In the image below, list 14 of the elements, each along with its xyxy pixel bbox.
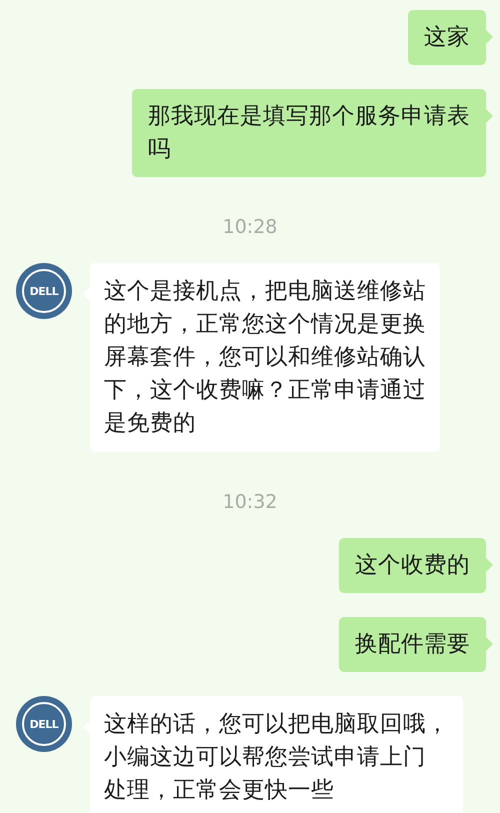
avatar-logo: DELL	[16, 263, 72, 319]
message-bubble: 这个是接机点，把电脑送维修站 的地方，正常您这个情况是更换 屏幕套件，您可以和维修站确认 下，这个收费嘛？正常申请通过 是免费的	[90, 263, 440, 452]
message-bubble: 那我现在是填写那个服务申请表 吗	[132, 89, 486, 177]
timestamp: 10:32	[222, 490, 278, 514]
avatar-logo: DELL	[16, 696, 72, 752]
bubble-tail	[486, 637, 493, 651]
message-bubble: 这家	[408, 10, 486, 65]
timestamp: 10:28	[222, 215, 278, 239]
bubble-tail	[486, 558, 493, 572]
message-bubble: 这样的话，您可以把电脑取回哦， 小编这边可以帮您尝试申请上门 处理，正常会更快一些	[90, 696, 463, 813]
message-bubble: 这个收费的	[339, 538, 486, 593]
message-bubble: 换配件需要	[339, 617, 486, 672]
bubble-tail	[486, 109, 493, 123]
bubble-tail	[486, 30, 493, 44]
